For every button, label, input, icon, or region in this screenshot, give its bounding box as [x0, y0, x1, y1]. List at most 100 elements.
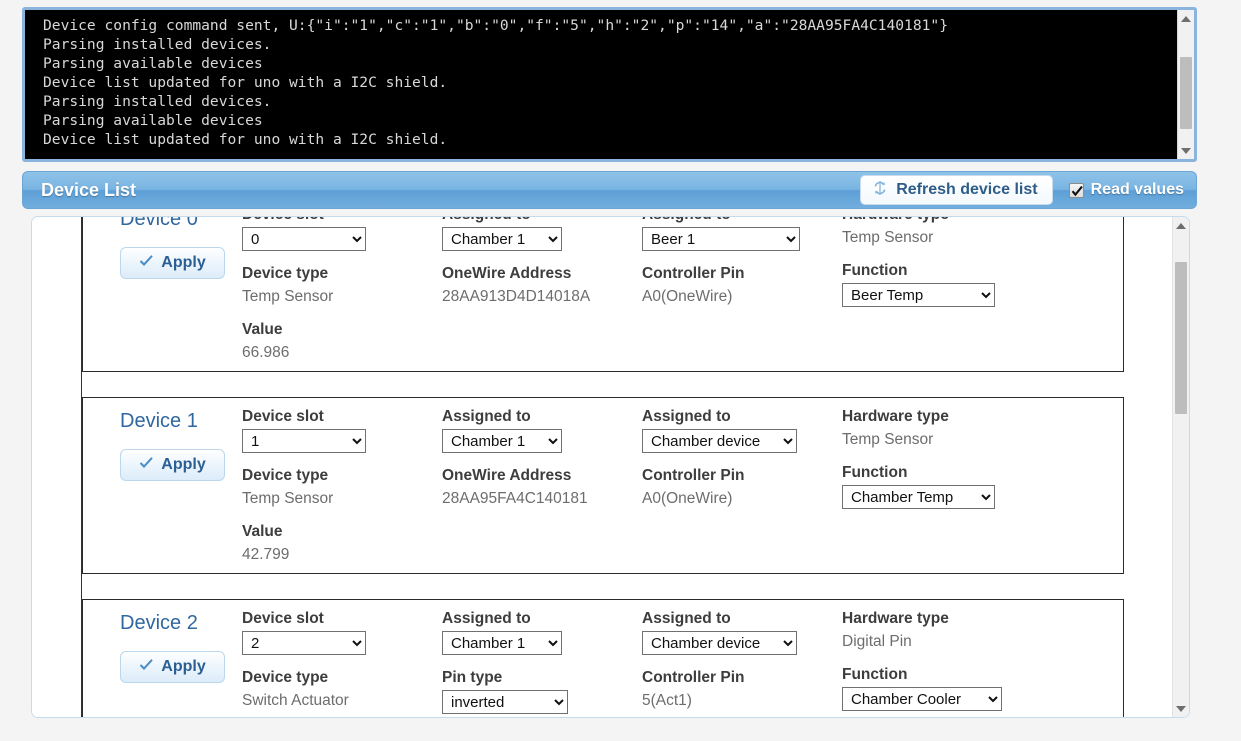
device-name: Device 0	[120, 217, 198, 230]
device-slot-select[interactable]: 0	[242, 227, 366, 251]
field-label: Device slot	[242, 217, 442, 224]
device-column-function: Hardware type Temp Sensor Function Beer Tem…	[842, 217, 1042, 357]
device-list-container: Device 0 Apply Device slot 0 Device type Temp…	[31, 216, 1190, 718]
field-value: Digital Pin	[842, 633, 912, 650]
field: Hardware type Temp Sensor	[842, 217, 1042, 248]
triangle-up-icon	[1181, 15, 1191, 22]
pin-type-select[interactable]: inverted	[442, 690, 568, 714]
scrollbar-track[interactable]	[1173, 234, 1189, 700]
field-label: Function	[842, 262, 908, 279]
triangle-up-icon	[1176, 222, 1186, 229]
device-slot-select[interactable]: 1	[242, 429, 366, 453]
read-values-label: Read values	[1090, 181, 1184, 198]
field-value: Temp Sensor	[242, 288, 334, 305]
field-label: Device type	[242, 265, 329, 282]
device-card: Device 0 Apply Device slot 0 Device type Temp…	[82, 217, 1124, 372]
device-list-scrollbar[interactable]	[1172, 217, 1189, 717]
read-values-checkbox[interactable]	[1068, 182, 1084, 198]
device-column-function: Hardware type Temp Sensor Function Chamber …	[842, 408, 1042, 559]
device-column-function: Hardware type Digital Pin Function Chamber …	[842, 610, 1042, 717]
log-console: Device config command sent, U:{"i":"1","…	[22, 7, 1197, 162]
field-value: 28AA95FA4C140181	[442, 490, 588, 507]
device-list-header: Device List Refresh device list Read val…	[22, 171, 1197, 209]
function-select[interactable]: Chamber Cooler	[842, 687, 1002, 711]
scroll-down-button[interactable]	[1178, 142, 1194, 159]
function-select[interactable]: Chamber Temp	[842, 485, 995, 509]
field: Assigned to Chamber device	[642, 610, 842, 655]
read-values-toggle[interactable]: Read values	[1068, 181, 1184, 199]
field: Function Beer Temp	[842, 262, 1042, 307]
field: Hardware type Temp Sensor	[842, 408, 1042, 450]
assigned-target-select[interactable]: Chamber device	[642, 631, 797, 655]
scrollbar-thumb[interactable]	[1180, 57, 1192, 129]
field: OneWire Address 28AA95FA4C140181	[442, 467, 642, 509]
device-card: Device 2 Apply Device slot 2 Device type Swit…	[82, 599, 1124, 717]
log-line: Device config command sent, U:{"i":"1","…	[43, 17, 948, 34]
field-value: 5(Act1)	[642, 692, 692, 709]
field: Controller Pin A0(OneWire)	[642, 265, 842, 307]
field: Value 66.986	[242, 321, 442, 363]
scroll-up-button[interactable]	[1178, 10, 1194, 27]
apply-button[interactable]: Apply	[120, 449, 225, 481]
device-slot-select[interactable]: 2	[242, 631, 366, 655]
log-line: Parsing available devices	[43, 112, 263, 129]
assigned-target-select[interactable]: Chamber device	[642, 429, 797, 453]
field-label: Function	[842, 666, 908, 683]
triangle-down-icon	[1181, 147, 1191, 154]
device-list-gutter	[32, 217, 82, 717]
apply-button[interactable]: Apply	[120, 247, 225, 279]
field: Assigned to Chamber 1	[442, 610, 642, 655]
apply-label: Apply	[161, 456, 206, 473]
field-value: A0(OneWire)	[642, 288, 733, 305]
device-card: Device 1 Apply Device slot 1 Device type Temp…	[82, 397, 1124, 574]
log-line: Device list updated for uno with a I2C s…	[43, 74, 448, 91]
field-label: Assigned to	[642, 408, 731, 425]
scroll-down-button[interactable]	[1173, 700, 1189, 717]
log-line: Device list updated for uno with a I2C s…	[43, 131, 448, 148]
check-icon	[139, 658, 154, 676]
field: Assigned to Chamber device	[642, 408, 842, 453]
apply-label: Apply	[161, 254, 206, 271]
field-label: Controller Pin	[642, 265, 745, 282]
refresh-device-list-button[interactable]: Refresh device list	[860, 175, 1053, 205]
assigned-chamber-select[interactable]: Chamber 1	[442, 429, 562, 453]
device-card-fields: Device slot 2 Device type Switch Actuator As…	[242, 610, 1109, 717]
page-title: Device List	[41, 179, 137, 200]
field-label: Hardware type	[842, 217, 1042, 224]
device-name: Device 1	[120, 410, 198, 432]
field-label: Value	[242, 523, 283, 540]
field-label: Device type	[242, 467, 329, 484]
field-label: Device slot	[242, 610, 324, 627]
assigned-chamber-select[interactable]: Chamber 1	[442, 631, 562, 655]
field-label: Hardware type	[842, 408, 949, 425]
device-column-slot: Device slot 1 Device type Temp Sensor Value 4…	[242, 408, 442, 563]
device-column-slot: Device slot 2 Device type Switch Actuator	[242, 610, 442, 717]
field: Function Chamber Temp	[842, 464, 1042, 509]
apply-button[interactable]: Apply	[120, 651, 225, 683]
scrollbar-thumb[interactable]	[1175, 262, 1187, 414]
field: Controller Pin 5(Act1)	[642, 669, 842, 711]
assigned-target-select[interactable]: Beer 1	[642, 227, 800, 251]
field: Controller Pin A0(OneWire)	[642, 467, 842, 509]
log-console-text: Device config command sent, U:{"i":"1","…	[25, 10, 1177, 159]
field-label: Assigned to	[442, 217, 642, 224]
scrollbar-track[interactable]	[1178, 27, 1194, 142]
console-scrollbar[interactable]	[1177, 10, 1194, 159]
field: OneWire Address 28AA913D4D14018A	[442, 265, 642, 307]
field: Device type Switch Actuator	[242, 669, 442, 711]
field: Device slot 1	[242, 408, 442, 453]
assigned-chamber-select[interactable]: Chamber 1	[442, 227, 562, 251]
device-list-scrollport: Device 0 Apply Device slot 0 Device type Temp…	[82, 217, 1172, 717]
field-label: Pin type	[442, 669, 503, 686]
field: Value 42.799	[242, 523, 442, 565]
scroll-up-button[interactable]	[1173, 217, 1189, 234]
function-select[interactable]: Beer Temp	[842, 283, 995, 307]
field-label: Value	[242, 321, 283, 338]
field-label: Function	[842, 464, 908, 481]
field-label: Assigned to	[642, 610, 731, 627]
field: Pin type inverted	[442, 669, 642, 714]
device-column-assigned-chamber: Assigned to Chamber 1 OneWire Address 28AA9…	[442, 217, 642, 357]
device-column-assigned-target: Assigned to Chamber device Controller Pin A…	[642, 408, 842, 559]
refresh-device-list-label: Refresh device list	[896, 181, 1038, 198]
field: Hardware type Digital Pin	[842, 610, 1042, 652]
